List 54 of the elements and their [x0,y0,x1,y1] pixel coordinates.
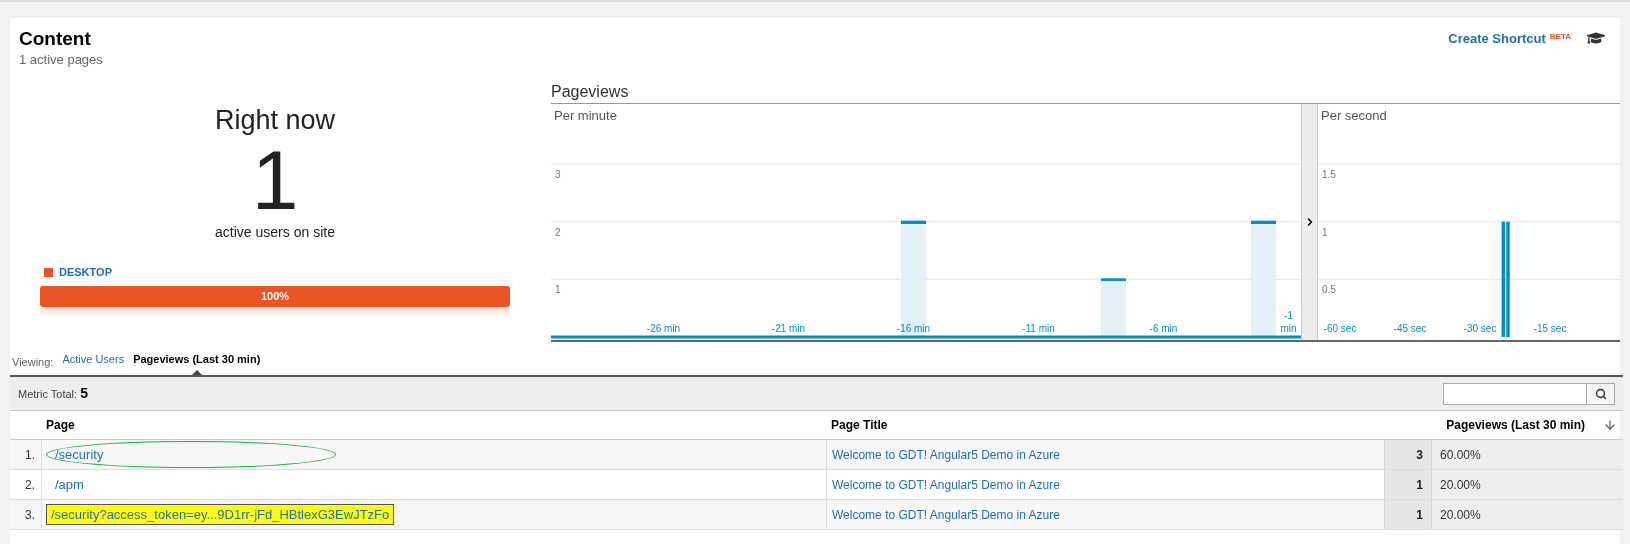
active-user-count: 1 [251,138,299,222]
pageview-count: 3 [1384,440,1432,469]
y-tick-label: 1 [1322,226,1328,238]
y-tick-label: 2 [555,226,561,238]
y-tick-label: 3 [555,169,561,180]
pageview-percent: 60.00% [1432,440,1623,469]
page-link[interactable]: /security?access_token=ey...9D1rr-jFd_HBtlexG3EwJTzFo [46,503,395,526]
row-number: 3. [10,500,42,529]
chart-title: Per second [1321,108,1387,123]
x-tick-label: -15 sec [1533,323,1567,334]
row-number: 2. [10,470,42,499]
search-icon [1594,387,1607,400]
search-button[interactable] [1587,382,1615,405]
page-title-link[interactable]: Welcome to GDT! Angular5 Demo in Azure [832,505,1060,524]
column-header: Page Title [830,417,889,434]
chart-title: Per minute [554,108,617,123]
row-number: 1. [10,440,42,469]
y-tick-label: 1.5 [1322,169,1336,180]
right-now-title: Right now [214,104,336,137]
active-users-caption: active users on site [215,223,335,242]
y-tick-label: 0.5 [1322,284,1336,296]
x-tick-label: -60 sec [1323,323,1357,334]
page-subtitle: 1 active pages [19,51,103,69]
pageview-count: 1 [1384,500,1432,529]
pageviews-title: Pageviews [551,83,629,100]
page-title-link[interactable]: Welcome to GDT! Angular5 Demo in Azure [832,445,1060,464]
x-tick-label: -16 min [896,323,931,334]
x-tick-label: -45 sec [1393,323,1427,334]
sort-arrow-icon[interactable] [1603,418,1617,432]
table-search-field[interactable] [1443,382,1587,405]
page-link[interactable]: /apm [46,474,93,495]
device-percent: 100% [260,288,290,304]
bar [1101,278,1126,337]
chart-toggle-strip[interactable] [1301,104,1318,340]
legend-label: DESKTOP [59,265,112,280]
viewing-label: Viewing: [12,354,54,370]
x-tick-label: -21 min [771,323,806,334]
column-header: Page [45,417,76,434]
metric-total: Metric Total: 5 [18,384,88,403]
y-tick-label: 1 [555,284,561,296]
page-title: Content [19,28,92,50]
x-tick-label: -11 min [1022,323,1055,334]
x-tick-label: -6 min [1149,323,1178,334]
x-tick-label: -1 min [1280,310,1297,334]
pageview-count: 1 [1384,470,1432,499]
create-shortcut-link[interactable]: Create Shortcut $^{BETA}$ [1448,29,1571,49]
pageview-percent: 20.00% [1432,500,1623,529]
view-tab[interactable]: Pageviews (Last 30 min) [133,353,261,365]
x-tick-label: -26 min [646,323,681,334]
column-header[interactable]: Pageviews (Last 30 min) [1446,416,1585,434]
x-tick-label: -30 sec [1463,323,1497,334]
pageview-percent: 20.00% [1432,470,1623,499]
view-tab[interactable]: Active Users [62,353,125,365]
page-title-link[interactable]: Welcome to GDT! Angular5 Demo in Azure [832,475,1060,494]
